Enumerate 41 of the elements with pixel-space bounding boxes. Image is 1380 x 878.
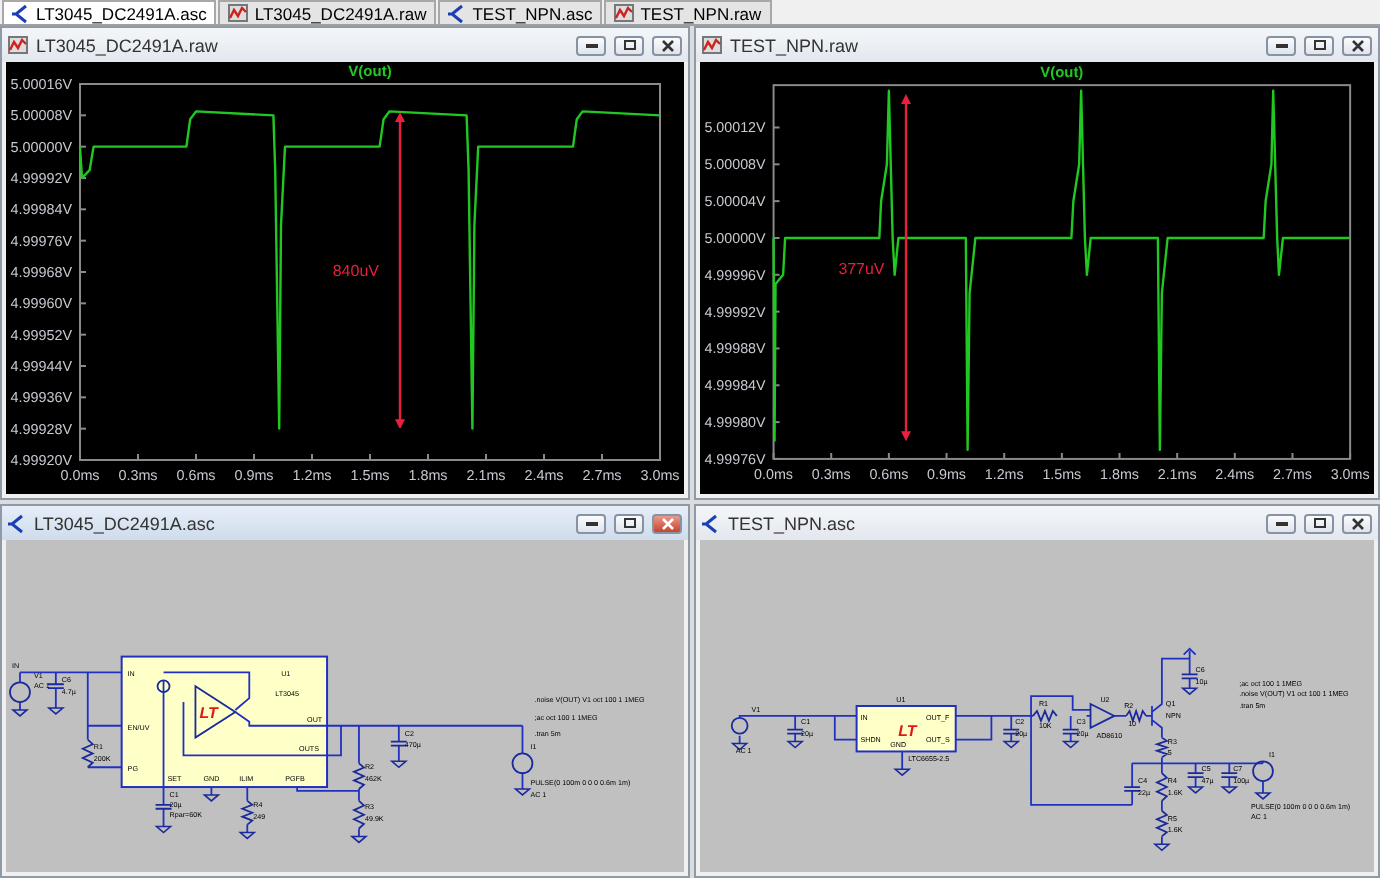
- restore-button[interactable]: [1304, 35, 1334, 55]
- restore-button[interactable]: [614, 35, 644, 55]
- waveform-icon: [702, 36, 722, 54]
- close-icon: [661, 517, 673, 529]
- close-button[interactable]: [1342, 513, 1372, 533]
- close-button[interactable]: [652, 35, 682, 55]
- restore-button[interactable]: [614, 513, 644, 533]
- document-tab[interactable]: TEST_NPN.asc: [438, 0, 603, 24]
- minimize-icon: [1275, 521, 1287, 525]
- close-icon: [1351, 517, 1363, 529]
- schematic-icon: [702, 513, 720, 533]
- waveform-icon: [614, 4, 635, 22]
- restore-icon: [623, 518, 635, 528]
- close-icon: [1351, 39, 1363, 51]
- window-title: LT3045_DC2491A.raw: [36, 35, 220, 55]
- window-title: TEST_NPN.raw: [730, 35, 861, 55]
- document-tab[interactable]: TEST_NPN.raw: [604, 0, 772, 24]
- minimize-icon: [1275, 43, 1287, 47]
- restore-icon: [623, 40, 635, 50]
- schematic-icon: [8, 513, 26, 533]
- window-title: LT3045_DC2491A.asc: [34, 513, 217, 533]
- schematic-icon: [448, 3, 467, 23]
- waveform-icon: [8, 36, 28, 54]
- close-icon: [661, 39, 673, 51]
- measurement-label: 840uV: [332, 262, 379, 281]
- restore-icon: [1313, 40, 1325, 50]
- document-tab[interactable]: LT3045_DC2491A.asc: [2, 0, 217, 24]
- minimize-button[interactable]: [576, 513, 606, 533]
- minimize-icon: [585, 521, 597, 525]
- minimize-button[interactable]: [1266, 513, 1296, 533]
- document-tab[interactable]: LT3045_DC2491A.raw: [218, 0, 437, 24]
- minimize-button[interactable]: [1266, 35, 1296, 55]
- schematic-icon: [12, 3, 30, 23]
- waveform-icon: [228, 4, 249, 22]
- restore-button[interactable]: [1304, 513, 1334, 533]
- close-button[interactable]: [1342, 35, 1372, 55]
- minimize-icon: [585, 43, 597, 47]
- minimize-button[interactable]: [576, 35, 606, 55]
- restore-icon: [1313, 518, 1325, 528]
- measurement-label: 377uV: [838, 259, 885, 278]
- window-title: TEST_NPN.asc: [728, 513, 858, 533]
